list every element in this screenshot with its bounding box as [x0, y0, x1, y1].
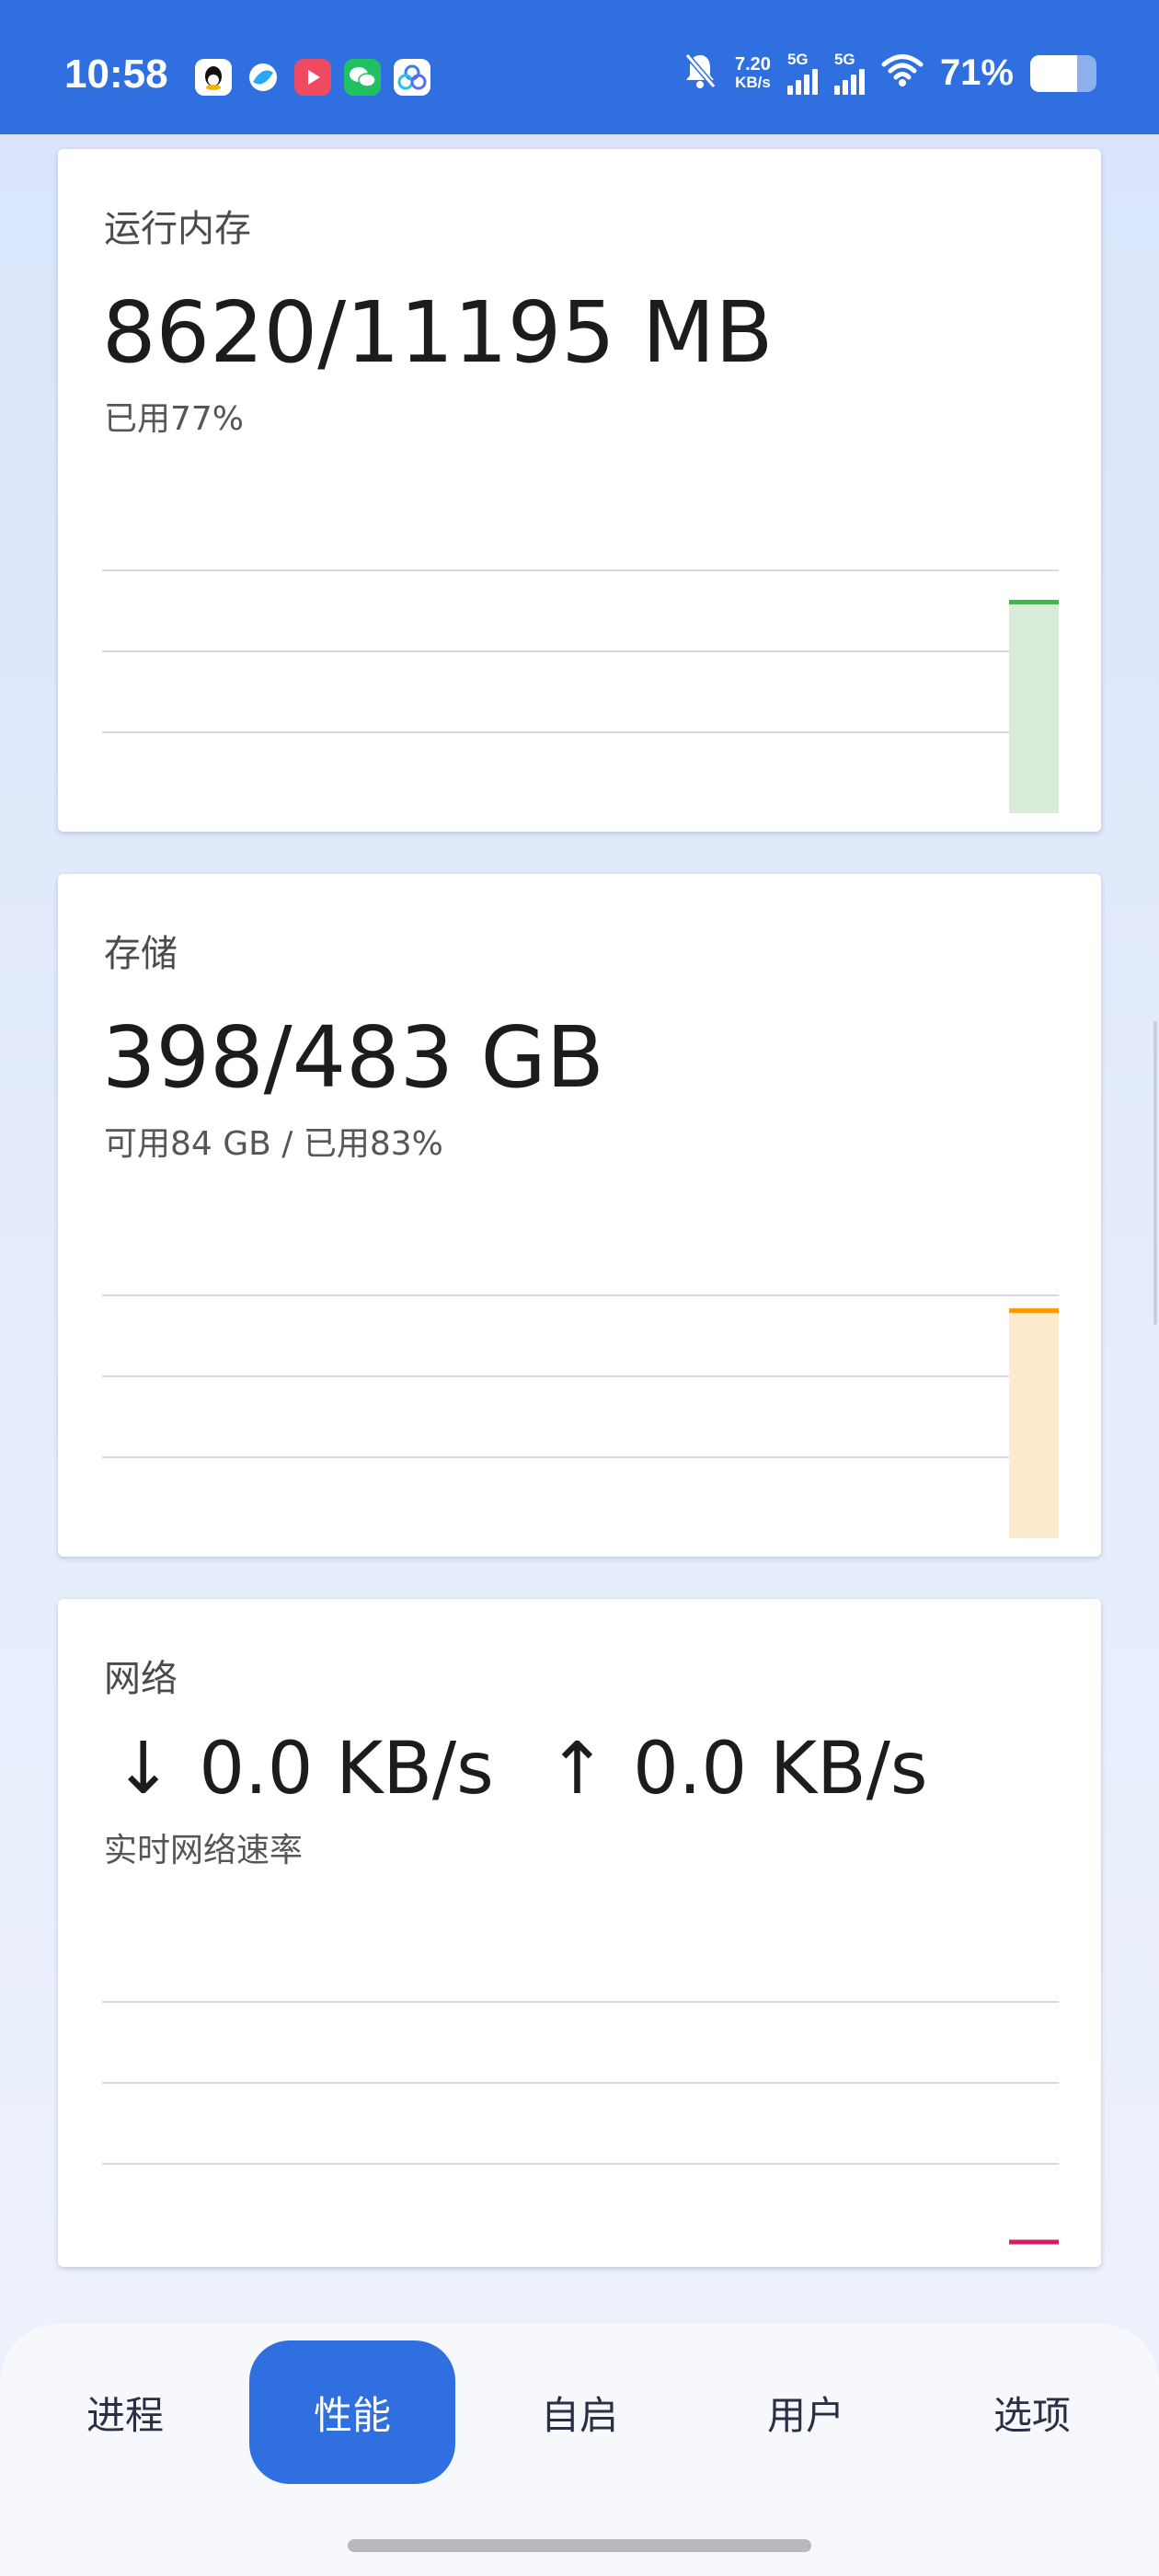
storage-value: 398/483 GB — [102, 1008, 604, 1107]
wifi-icon — [881, 54, 924, 92]
cloud-icon — [394, 59, 430, 96]
tab-users[interactable]: 用户 — [703, 2340, 909, 2484]
battery-percentage: 71% — [939, 52, 1014, 93]
storage-card: 存储 398/483 GB 可用84 GB / 已用83% — [58, 874, 1101, 1557]
qq-icon — [195, 59, 232, 96]
network-card: 网络 ↓ 0.0 KB/s ↑ 0.0 KB/s 实时网络速率 — [58, 1599, 1101, 2267]
memory-usage-text: 已用77% — [104, 400, 245, 438]
memory-chart — [102, 569, 1059, 813]
scrollbar[interactable] — [1153, 1021, 1157, 1325]
network-speed: ↓ 0.0 KB/s ↑ 0.0 KB/s — [113, 1728, 928, 1811]
home-indicator[interactable] — [348, 2539, 811, 2552]
tab-processes[interactable]: 进程 — [22, 2340, 228, 2484]
sim1-signal-icon: 5G — [786, 52, 818, 95]
download-arrow-icon: ↓ — [113, 1728, 174, 1811]
memory-title: 运行内存 — [104, 208, 251, 250]
tab-options[interactable]: 选项 — [929, 2340, 1135, 2484]
storage-usage-text: 可用84 GB / 已用83% — [104, 1125, 443, 1163]
network-title: 网络 — [104, 1658, 178, 1700]
memory-card: 运行内存 8620/11195 MB 已用77% — [58, 149, 1101, 832]
status-time: 10:58 — [64, 52, 168, 97]
network-chart — [102, 2001, 1059, 2245]
upload-arrow-icon: ↑ — [546, 1728, 608, 1811]
chart-usage-fill — [1009, 1310, 1059, 1538]
sim2-signal-icon: 5G — [833, 52, 865, 95]
status-indicators: 7.20 KB/s 5G 5G 71% — [682, 52, 1096, 95]
upload-speed: 0.0 KB/s — [633, 1728, 928, 1811]
browser-icon — [245, 59, 281, 96]
tab-startup[interactable]: 自启 — [476, 2340, 683, 2484]
network-subtitle: 实时网络速率 — [104, 1832, 304, 1869]
wechat-icon — [344, 59, 381, 96]
download-speed: 0.0 KB/s — [199, 1728, 494, 1811]
status-bar: 10:58 7.20 KB/s 5G 5G 71% — [0, 0, 1159, 134]
storage-title: 存储 — [104, 933, 178, 975]
tab-performance[interactable]: 性能 — [249, 2340, 455, 2484]
video-icon — [294, 59, 331, 96]
memory-value: 8620/11195 MB — [102, 283, 774, 382]
battery-icon — [1030, 54, 1096, 92]
chart-usage-fill — [1009, 602, 1059, 813]
storage-chart — [102, 1294, 1059, 1538]
net-speed-indicator: 7.20 KB/s — [735, 53, 771, 91]
notification-app-icons — [195, 59, 430, 96]
mute-bell-icon — [682, 52, 718, 95]
